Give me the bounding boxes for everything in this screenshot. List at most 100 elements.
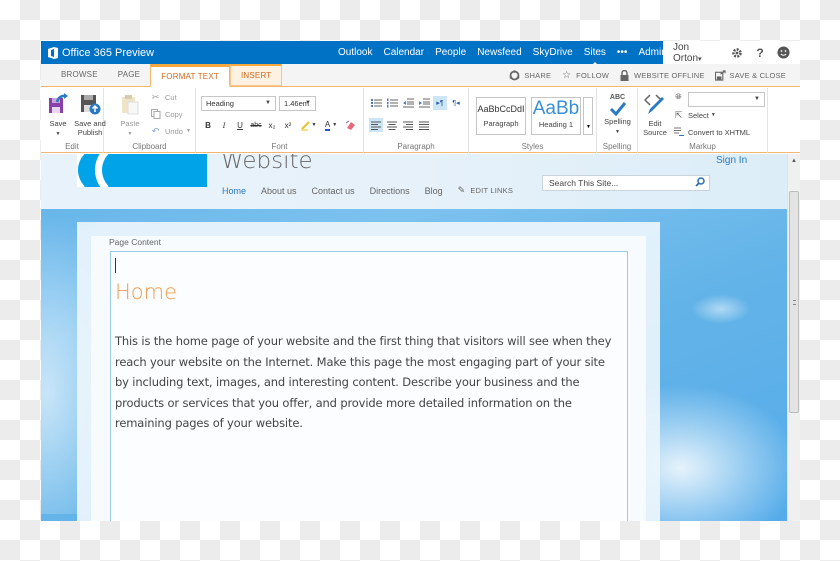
edit-links-button[interactable]: ✎ EDIT LINKS [458, 185, 513, 196]
markup-group-label: Markup [689, 142, 716, 151]
rtl-direction-icon[interactable]: ¶◂ [449, 96, 463, 110]
cut-button[interactable]: ✂ Cut [150, 92, 177, 102]
font-size-dropdown[interactable]: 1.46em ▼ [279, 96, 316, 111]
underline-button[interactable]: U [233, 118, 247, 132]
save-publish-label-line2: Publish [77, 128, 103, 137]
save-close-label: SAVE & CLOSE [729, 71, 786, 80]
font-group-label: Font [271, 142, 288, 151]
justify-icon[interactable] [417, 118, 431, 132]
follow-label: FOLLOW [576, 71, 610, 80]
language-dropdown[interactable]: ▼ [688, 92, 765, 107]
site-nav-contact-us[interactable]: Contact us [312, 186, 355, 196]
ribbon-group-spelling: ABC Spelling ▼ Spelling [597, 88, 638, 153]
content-body[interactable]: This is the home page of your website an… [115, 331, 620, 434]
vertical-scrollbar[interactable]: ▲ [787, 154, 800, 521]
suite-nav-people[interactable]: People [435, 47, 466, 58]
search-icon[interactable] [695, 177, 705, 187]
site-nav-directions[interactable]: Directions [370, 186, 410, 196]
website-offline-label: WEBSITE OFFLINE [634, 71, 705, 80]
superscript-button[interactable]: x² [281, 118, 295, 132]
strikethrough-button[interactable]: abc [249, 118, 263, 132]
scroll-up-arrow-icon[interactable]: ▲ [791, 158, 797, 164]
ribbon-group-clipboard: Paste ▼ ✂ Cut Copy ↶ Undo ▼ Clipboard [104, 88, 196, 153]
site-title[interactable]: Website [221, 154, 313, 174]
scissors-icon: ✂ [151, 91, 160, 102]
text-cursor [115, 258, 116, 273]
edit-source-label-line1: Edit [648, 119, 662, 128]
edit-source-button[interactable]: Edit Source [641, 93, 669, 137]
office-365-brand[interactable]: Office 365 Preview [48, 46, 154, 59]
smiley-icon[interactable] [777, 46, 790, 60]
follow-button[interactable]: ☆ FOLLOW [561, 70, 609, 81]
chevron-down-icon: ▼ [305, 100, 311, 106]
suite-nav-sites[interactable]: Sites [584, 47, 606, 65]
suite-nav-more[interactable]: ••• [617, 47, 628, 58]
highlight-color-button[interactable]: ▼ [297, 118, 319, 132]
suite-nav-outlook[interactable]: Outlook [338, 47, 372, 58]
tab-insert[interactable]: INSERT [229, 64, 283, 86]
undo-button[interactable]: ↶ Undo ▼ [150, 126, 191, 136]
site-nav-home[interactable]: Home [222, 186, 246, 196]
chevron-down-icon: ▼ [55, 131, 61, 137]
language-icon: 🌐︎ [675, 92, 682, 101]
suite-nav-calendar[interactable]: Calendar [383, 47, 424, 58]
site-nav-blog[interactable]: Blog [425, 186, 443, 196]
scrollbar-thumb[interactable] [789, 191, 799, 413]
style-heading-1[interactable]: AaBb Heading 1 [531, 97, 581, 135]
bold-button[interactable]: B [201, 118, 215, 132]
subscript-button[interactable]: x₂ [265, 118, 279, 132]
select-button[interactable]: ⇱ Select ▼ [673, 110, 716, 120]
paragraph-row-2 [369, 118, 433, 132]
font-style-dropdown[interactable]: Heading ▼ [201, 96, 276, 111]
font-color-button[interactable]: A ▼ [321, 118, 341, 132]
content-heading[interactable]: Home [115, 280, 177, 304]
gear-icon[interactable] [730, 46, 743, 60]
increase-indent-icon[interactable] [417, 96, 431, 110]
suite-nav-newsfeed[interactable]: Newsfeed [477, 47, 521, 58]
clipboard-group-label: Clipboard [132, 142, 167, 151]
site-nav-about-us[interactable]: About us [261, 186, 297, 196]
numbered-list-icon[interactable] [385, 96, 399, 110]
suite-nav: Outlook Calendar People Newsfeed SkyDriv… [338, 41, 678, 65]
italic-button[interactable]: I [217, 118, 231, 132]
tab-page[interactable]: PAGE [108, 64, 150, 86]
ltr-direction-icon[interactable]: ▸¶ [433, 96, 447, 110]
align-right-icon[interactable] [401, 118, 415, 132]
tab-format-text[interactable]: FORMAT TEXT [150, 64, 230, 87]
paste-button[interactable]: Paste ▼ [118, 93, 142, 139]
styles-more-button[interactable]: ▼ [583, 97, 593, 135]
save-button[interactable]: Save ▼ [45, 93, 71, 139]
save-and-publish-button[interactable]: Save and Publish [72, 93, 108, 137]
ribbon-group-paragraph: ▸¶ ¶◂ Paragraph [364, 88, 469, 153]
convert-label: Convert to XHTML [688, 127, 751, 137]
suite-nav-skydrive[interactable]: SkyDrive [533, 47, 573, 58]
style-paragraph[interactable]: AaBbCcDdI Paragraph [476, 97, 526, 135]
help-icon[interactable]: ? [753, 46, 766, 60]
spelling-group-label: Spelling [602, 142, 632, 151]
align-center-icon[interactable] [385, 118, 399, 132]
copy-button[interactable]: Copy [150, 109, 183, 119]
convert-to-xhtml-button[interactable]: Convert to XHTML [673, 127, 750, 137]
save-close-button[interactable]: SAVE & CLOSE [714, 70, 786, 81]
user-menu[interactable]: Jon Orton▾ [673, 42, 718, 64]
paste-icon [122, 95, 139, 115]
website-offline-button[interactable]: WEBSITE OFFLINE [619, 70, 705, 81]
sign-in-link[interactable]: Sign In [716, 155, 747, 166]
ribbon: Save ▼ Save and Publish Edit Paste ▼ ✂ C… [41, 88, 800, 153]
decrease-indent-icon[interactable] [401, 96, 415, 110]
select-label: Select [688, 110, 709, 120]
clear-format-icon[interactable] [343, 118, 357, 132]
bullet-list-icon[interactable] [369, 96, 383, 110]
page-content-editor[interactable]: Home This is the home page of your websi… [110, 251, 628, 521]
share-button[interactable]: SHARE [509, 70, 551, 81]
suite-bar-nav-area: Office 365 Preview Outlook Calendar Peop… [41, 41, 667, 65]
language-selector[interactable]: 🌐︎ [673, 92, 688, 102]
suite-nav-admin[interactable]: Admin [638, 47, 666, 58]
chevron-down-icon: ▼ [265, 100, 271, 106]
cloud-decoration [691, 294, 751, 324]
align-left-icon[interactable] [369, 118, 383, 132]
spelling-button[interactable]: ABC Spelling ▼ [601, 93, 634, 137]
tab-browse[interactable]: BROWSE [51, 64, 108, 86]
site-logo[interactable] [77, 154, 207, 187]
site-search-input[interactable]: Search This Site... [542, 175, 710, 191]
